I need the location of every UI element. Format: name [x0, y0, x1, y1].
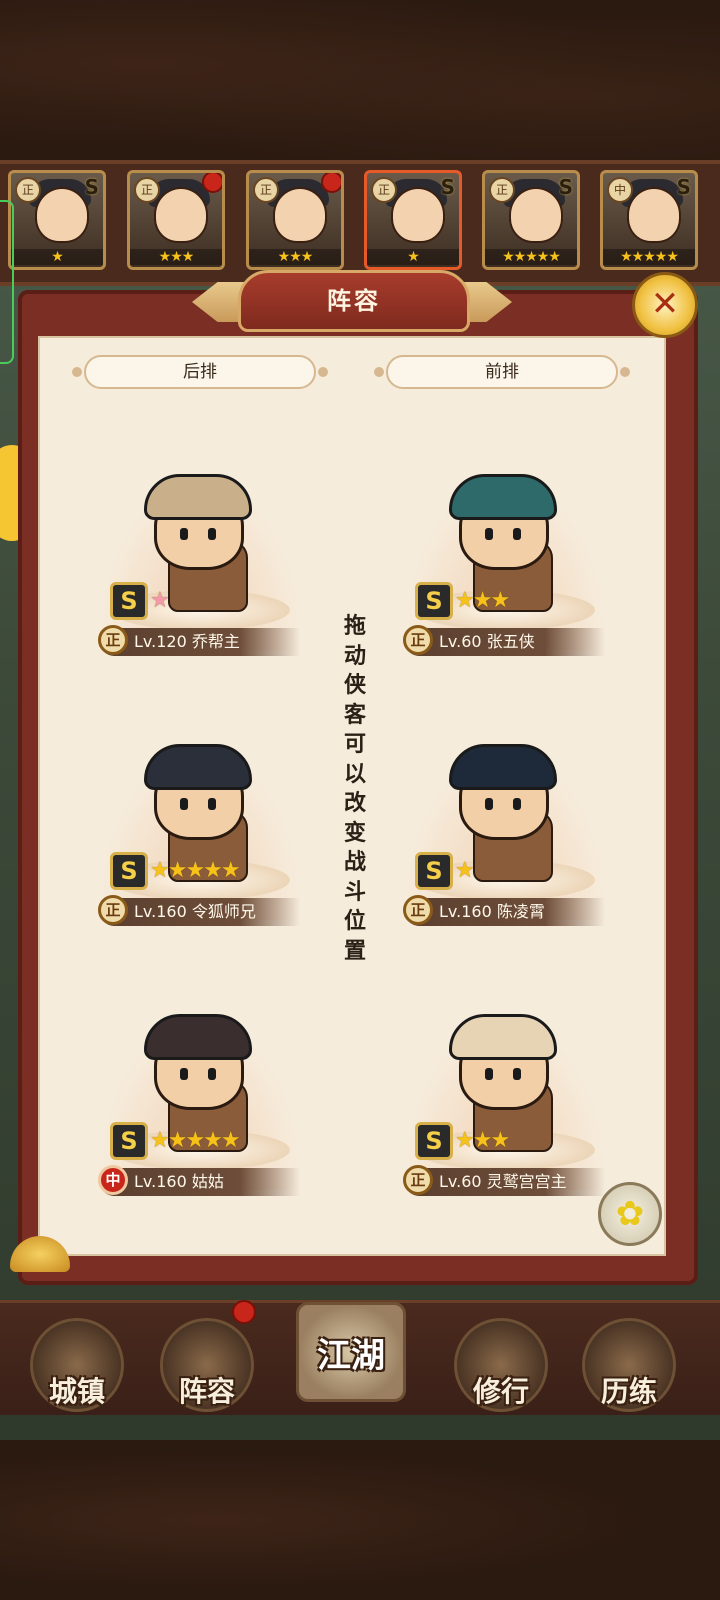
star-rating: ★★★★★ — [603, 249, 695, 265]
hero-eye — [180, 1068, 188, 1080]
star-rating: ★★★★★ — [150, 1128, 241, 1153]
faction-badge: 中 — [98, 1165, 128, 1195]
hero-hair — [144, 474, 252, 520]
hero-level-name: Lv.160 令狐师兄 — [134, 902, 256, 921]
hero-level-name: Lv.120 乔帮主 — [134, 632, 240, 651]
hero-portrait — [627, 187, 681, 243]
hero-portrait — [391, 187, 445, 243]
lineup-slot-front[interactable]: S ★★★ 正 Lv.60 灵鹫宫宫主 — [385, 1010, 625, 1220]
title-plate: 阵容 — [238, 270, 470, 332]
rank-s-icon: S — [415, 852, 453, 890]
left-edge-panel[interactable] — [0, 200, 14, 364]
nav-lineup-alert-dot — [232, 1300, 256, 1324]
faction-badge: 正 — [403, 895, 433, 925]
hero-portrait — [154, 187, 208, 243]
lineup-slot-back[interactable]: S ★★★★★ 正 Lv.160 令狐师兄 — [80, 740, 320, 950]
nav-town-label: 城镇 — [48, 1375, 105, 1408]
hero-level-name: Lv.60 灵鹫宫宫主 — [439, 1172, 567, 1191]
hero-eye — [208, 1068, 216, 1080]
nav-lineup-label: 阵容 — [178, 1375, 235, 1408]
nav-cultivate-label: 修行 — [472, 1375, 529, 1408]
hero-eye — [513, 1068, 521, 1080]
rank-s-icon: S — [110, 582, 148, 620]
rank-s-icon: S — [558, 175, 573, 199]
drag-tip-text: 拖动侠客可以改变战斗位置 — [343, 614, 366, 964]
hero-eye — [485, 528, 493, 540]
nav-jianghu-label: 江湖 — [317, 1336, 385, 1376]
star-rating: ★★★★★ — [485, 249, 577, 265]
hero-strip-card[interactable]: 正 S ★ — [364, 170, 462, 270]
star-rating: ★ — [11, 249, 103, 265]
rank-s-icon: S — [415, 582, 453, 620]
star-rating: ★ — [455, 858, 475, 883]
hero-portrait — [509, 187, 563, 243]
faction-badge: 中 — [607, 177, 633, 203]
hero-hair — [449, 1014, 557, 1060]
hero-eye — [485, 1068, 493, 1080]
hero-strip-card[interactable]: 正 S ★ — [8, 170, 106, 270]
front-row-header: 前排 — [374, 355, 630, 389]
lineup-slot-front[interactable]: S ★★★ 正 Lv.60 张五侠 — [385, 470, 625, 680]
petal-icon: ✿ — [615, 1194, 645, 1234]
dialog-title: 阵容 — [327, 287, 381, 315]
hero-level-name: Lv.160 陈凌霄 — [439, 902, 545, 921]
faction-badge: 正 — [253, 177, 279, 203]
nav-training-label: 历练 — [600, 1375, 657, 1408]
rank-s-icon: S — [440, 175, 455, 199]
formation-skill-button[interactable]: ✿ — [598, 1182, 662, 1246]
hero-level-name: Lv.60 张五侠 — [439, 632, 535, 651]
faction-badge: 正 — [98, 895, 128, 925]
hero-strip-card[interactable]: 中 S ★★★★★ — [600, 170, 698, 270]
star-rating: ★★★★★ — [150, 858, 241, 883]
close-button[interactable]: ✕ — [632, 272, 698, 338]
lineup-slot-back[interactable]: S ★★★★★ 中 Lv.160 姑姑 — [80, 1010, 320, 1220]
rank-s-icon: S — [84, 175, 99, 199]
hero-hair — [449, 474, 557, 520]
hero-eye — [513, 528, 521, 540]
rank-s-icon: S — [676, 175, 691, 199]
hero-hair — [449, 744, 557, 790]
hero-portrait — [35, 187, 89, 243]
faction-badge: 正 — [15, 177, 41, 203]
star-rating: ★★★ — [249, 249, 341, 265]
hero-strip-card[interactable]: 正 ★★★ — [246, 170, 344, 270]
star-rating: ★ — [367, 249, 459, 265]
top-background — [0, 0, 720, 160]
close-x-icon: ✕ — [650, 284, 680, 324]
lineup-slot-back[interactable]: S ★ 正 Lv.120 乔帮主 — [80, 470, 320, 680]
hero-eye — [208, 798, 216, 810]
hero-level-name: Lv.160 姑姑 — [134, 1172, 224, 1191]
rank-s-icon: S — [415, 1122, 453, 1160]
hero-eye — [208, 528, 216, 540]
star-rating: ★ — [150, 588, 170, 613]
hero-portrait — [273, 187, 327, 243]
faction-badge: 正 — [403, 1165, 433, 1195]
hero-strip-card[interactable]: 正 ★★★ — [127, 170, 225, 270]
star-rating: ★★★ — [130, 249, 222, 265]
rank-s-icon: S — [110, 1122, 148, 1160]
faction-badge: 正 — [98, 625, 128, 655]
faction-badge: 正 — [489, 177, 515, 203]
hero-strip-card[interactable]: 正 S ★★★★★ — [482, 170, 580, 270]
hero-eye — [485, 798, 493, 810]
lineup-slot-front[interactable]: S ★ 正 Lv.160 陈凌霄 — [385, 740, 625, 950]
bottom-background — [0, 1440, 720, 1600]
alert-dot — [202, 173, 222, 193]
faction-badge: 正 — [403, 625, 433, 655]
rank-s-icon: S — [110, 852, 148, 890]
hero-eye — [180, 528, 188, 540]
hero-hair — [144, 744, 252, 790]
alert-dot — [321, 173, 341, 193]
hero-eye — [180, 798, 188, 810]
hero-hair — [144, 1014, 252, 1060]
faction-badge: 正 — [134, 177, 160, 203]
faction-badge: 正 — [371, 177, 397, 203]
star-rating: ★★★ — [455, 1128, 510, 1153]
hero-eye — [513, 798, 521, 810]
star-rating: ★★★ — [455, 588, 510, 613]
back-row-header: 后排 — [72, 355, 328, 389]
